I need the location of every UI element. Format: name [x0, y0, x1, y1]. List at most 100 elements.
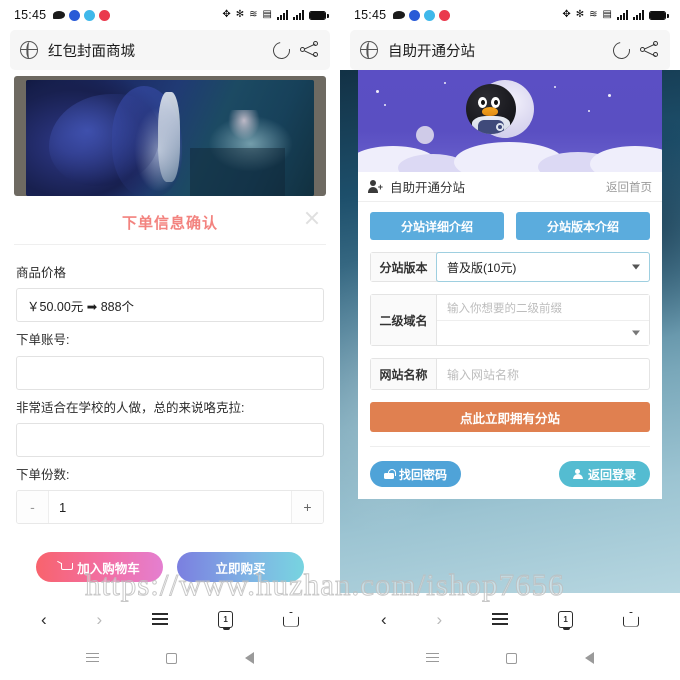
domain-suffix-select[interactable] — [437, 320, 649, 345]
substation-detail-button[interactable]: 分站详细介绍 — [370, 212, 504, 240]
right-browser-bottom-nav: ‹ › 1 — [340, 600, 680, 638]
recents-icon[interactable] — [425, 653, 439, 663]
browser-forward-button[interactable]: › — [437, 611, 443, 628]
screenshot-root: 15:45 ✥ ✻ ≋ ▤ 红包封面商城 下单信息确认 商品价格 ￥50.00元… — [0, 0, 680, 680]
wifi-icon: ≋ — [589, 9, 598, 20]
status-app-icons — [53, 9, 111, 21]
order-dialog-title: 下单信息确认 — [121, 215, 218, 232]
recents-icon[interactable] — [85, 653, 99, 663]
right-browser-titlebar: 自助开通分站 — [350, 30, 670, 70]
substation-card: + 自助开通分站 返回首页 分站详细介绍 分站版本介绍 分站版本 普及版(10元… — [358, 70, 662, 499]
remark-label: 非常适合在学校的人做，总的来说咯克拉: — [16, 400, 245, 415]
price-label: 商品价格 — [16, 266, 67, 280]
browser-tabs-button[interactable]: 1 — [558, 610, 574, 630]
qq-icon — [69, 9, 81, 21]
version-select[interactable]: 普及版(10元) — [436, 252, 650, 282]
wechat-icon — [424, 9, 436, 21]
browser-tabs-button[interactable]: 1 — [218, 610, 234, 630]
quantity-stepper: - 1 + — [16, 490, 324, 524]
domain-label: 二级域名 — [371, 295, 437, 345]
status-app-icons — [393, 9, 451, 21]
qq-icon — [409, 9, 421, 21]
quantity-increment-button[interactable]: + — [291, 491, 323, 523]
version-label: 分站版本 — [371, 253, 437, 281]
reload-icon[interactable] — [609, 38, 634, 62]
signal-2-icon — [293, 10, 304, 20]
wechat-icon — [84, 9, 96, 21]
right-phone-panel: 15:45 ✥ ✻ ≋ ▤ 自助开通分站 + 自助开通分站 返回首页 分站详细介… — [340, 0, 680, 680]
remark-input[interactable] — [16, 422, 324, 457]
weibo-icon — [439, 9, 451, 21]
site-name-input[interactable]: 输入网站名称 — [437, 359, 649, 389]
substation-version-button[interactable]: 分站版本介绍 — [516, 212, 650, 240]
find-password-button[interactable]: 找回密码 — [370, 461, 462, 487]
add-to-cart-button[interactable]: 加入购物车 — [36, 552, 163, 582]
create-substation-button[interactable]: 点此立即拥有分站 — [370, 402, 650, 432]
browser-back-button[interactable]: ‹ — [41, 611, 47, 628]
order-action-row: 加入购物车 立即购买 — [36, 552, 304, 582]
right-page-background: + 自助开通分站 返回首页 分站详细介绍 分站版本介绍 分站版本 普及版(10元… — [340, 70, 680, 593]
status-time: 15:45 — [14, 8, 47, 22]
signal-1-icon — [277, 10, 288, 20]
left-phone-panel: 15:45 ✥ ✻ ≋ ▤ 红包封面商城 下单信息确认 商品价格 ￥50.00元… — [0, 0, 340, 680]
share-icon[interactable] — [640, 41, 660, 59]
battery-icon — [649, 10, 669, 20]
bluetooth-icon: ✻ — [575, 9, 585, 20]
intro-button-row: 分站详细介绍 分站版本介绍 — [370, 212, 650, 240]
left-status-bar: 15:45 ✥ ✻ ≋ ▤ — [0, 0, 340, 30]
left-system-nav — [0, 638, 340, 678]
user-add-icon: + — [368, 180, 383, 193]
close-icon[interactable] — [304, 210, 320, 226]
back-triangle-icon[interactable] — [245, 652, 255, 664]
globe-icon — [20, 41, 38, 59]
version-select-value: 普及版(10元) — [447, 260, 517, 275]
back-login-button[interactable]: 返回登录 — [558, 461, 650, 487]
site-name-label: 网站名称 — [371, 359, 437, 389]
browser-back-button[interactable]: ‹ — [381, 611, 387, 628]
chevron-down-icon — [632, 330, 640, 336]
home-square-icon[interactable] — [166, 652, 178, 664]
site-name-field-group: 网站名称 输入网站名称 — [370, 358, 650, 390]
message-icon — [393, 11, 406, 19]
status-system-icons: ✥ ✻ ≋ ▤ — [562, 9, 669, 20]
right-system-nav — [340, 638, 680, 678]
account-input[interactable] — [16, 355, 324, 390]
find-password-label: 找回密码 — [399, 467, 448, 482]
substation-form: 分站详细介绍 分站版本介绍 分站版本 普及版(10元) 二级域名 输入你想要的二… — [358, 202, 662, 499]
browser-home-icon[interactable] — [282, 611, 299, 627]
price-value: ￥50.00元 ➡ 888个 — [16, 288, 324, 323]
left-browser-bottom-nav: ‹ › 1 — [0, 600, 340, 638]
left-page-title: 红包封面商城 — [48, 43, 135, 60]
status-system-icons: ✥ ✻ ≋ ▤ — [222, 9, 329, 20]
reload-icon[interactable] — [269, 38, 294, 62]
back-login-label: 返回登录 — [587, 467, 636, 482]
vpn-icon: ▤ — [262, 9, 272, 20]
quantity-value[interactable]: 1 — [49, 491, 291, 523]
browser-menu-icon[interactable] — [492, 613, 509, 625]
home-square-icon[interactable] — [506, 652, 518, 664]
back-home-link[interactable]: 返回首页 — [606, 179, 652, 195]
right-status-bar: 15:45 ✥ ✻ ≋ ▤ — [340, 0, 680, 30]
order-form: 商品价格 ￥50.00元 ➡ 888个 下单账号: 非常适合在学校的人做，总的来… — [0, 245, 340, 582]
substation-banner — [358, 70, 662, 172]
left-browser-titlebar: 红包封面商城 — [10, 30, 330, 70]
chevron-down-icon — [632, 264, 640, 270]
globe-icon — [360, 41, 378, 59]
message-icon — [53, 11, 66, 19]
domain-prefix-input[interactable]: 输入你想要的二级前缀 — [437, 295, 649, 320]
back-triangle-icon[interactable] — [585, 652, 595, 664]
quantity-decrement-button[interactable]: - — [17, 491, 49, 523]
lock-icon — [384, 469, 396, 479]
right-page-title: 自助开通分站 — [388, 43, 475, 60]
browser-menu-icon[interactable] — [152, 613, 169, 625]
browser-home-icon[interactable] — [622, 611, 639, 627]
weibo-icon — [99, 9, 111, 21]
quantity-label: 下单份数: — [16, 467, 70, 482]
signal-2-icon — [633, 10, 644, 20]
share-icon[interactable] — [300, 41, 320, 59]
add-to-cart-label: 加入购物车 — [77, 561, 140, 576]
browser-forward-button[interactable]: › — [97, 611, 103, 628]
buy-now-button[interactable]: 立即购买 — [177, 552, 304, 582]
qq-penguin-icon — [466, 84, 516, 134]
battery-icon — [309, 10, 329, 20]
